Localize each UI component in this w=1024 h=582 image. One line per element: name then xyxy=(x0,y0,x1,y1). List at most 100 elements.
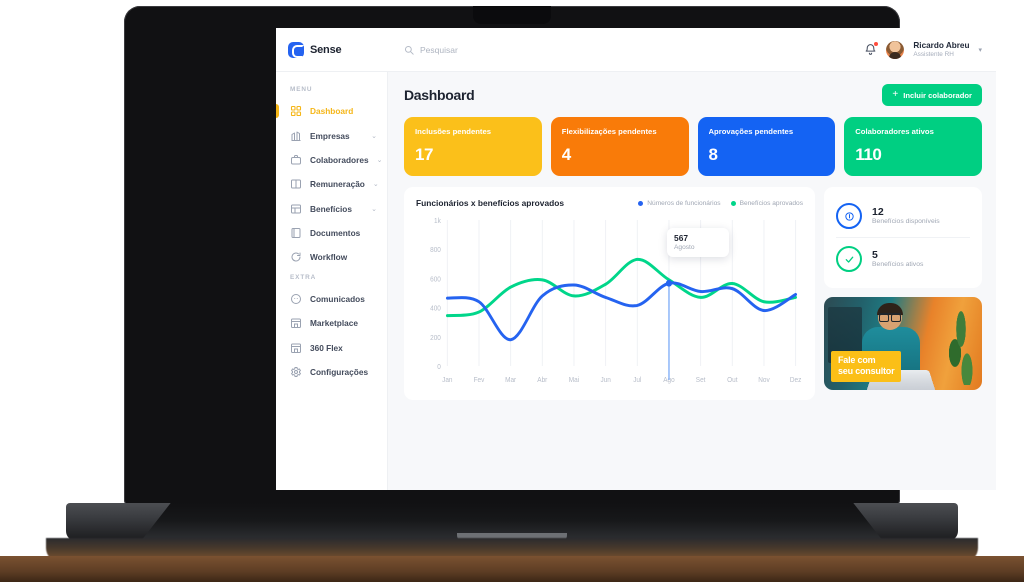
legend-label: Benefícios aprovados xyxy=(739,199,803,207)
flex-icon xyxy=(291,343,301,353)
notification-badge-dot xyxy=(873,41,880,47)
chevron-down-icon[interactable]: ⌄ xyxy=(377,156,383,164)
search-input[interactable]: Pesquisar xyxy=(420,45,458,55)
promo-plant-decoration xyxy=(946,305,976,385)
sidebar-item-label: Benefícios xyxy=(310,203,352,214)
add-collaborator-label: Incluir colaborador xyxy=(903,90,972,100)
sidebar-item-documentos[interactable]: Documentos xyxy=(276,221,387,245)
sidebar-item-beneficios[interactable]: Benefícios ⌄ xyxy=(276,197,387,221)
svg-text:Fev: Fev xyxy=(474,377,485,384)
svg-text:Abr: Abr xyxy=(537,377,548,384)
svg-text:400: 400 xyxy=(430,305,441,312)
stat-card-colaboradores[interactable]: Colaboradores ativos 110 xyxy=(844,117,982,176)
sidebar-item-comunicados[interactable]: Comunicados xyxy=(276,287,387,311)
chart-tooltip: 567 Agosto xyxy=(667,228,730,257)
laptop-screen: Sense Pesquisar Ricardo Abreu Assistente… xyxy=(276,28,996,490)
content-row: Funcionários x benefícios aprovados Núme… xyxy=(404,187,982,400)
sidebar-item-colaboradores[interactable]: Colaboradores ⌄ xyxy=(276,148,387,172)
sidebar-item-360-flex[interactable]: 360 Flex xyxy=(276,335,387,359)
sidebar-section-extra: EXTRA xyxy=(290,273,317,281)
chart-series-funcionarios xyxy=(445,281,798,342)
chart-gridlines xyxy=(446,220,797,366)
benefit-stat-label: Benefícios disponíveis xyxy=(872,218,940,226)
stat-card-label: Flexibilizações pendentes xyxy=(561,127,657,136)
document-icon xyxy=(291,228,301,239)
main-content: Dashboard + Incluir colaborador Inclusõe… xyxy=(388,72,996,490)
benefit-stat-label: Benefícios ativos xyxy=(872,261,924,269)
sidebar-item-marketplace[interactable]: Marketplace xyxy=(276,311,387,335)
sense-logo-icon xyxy=(288,41,304,58)
stat-card-aprovacoes[interactable]: Aprovações pendentes 8 xyxy=(697,117,836,176)
tooltip-label: Agosto xyxy=(674,243,695,251)
info-glyph xyxy=(844,211,854,221)
search-box[interactable]: Pesquisar xyxy=(404,45,458,55)
stat-card-label: Colaboradores ativos xyxy=(855,127,934,136)
sidebar-item-label: Marketplace xyxy=(310,318,358,329)
sidebar-item-configuracoes[interactable]: Configurações xyxy=(276,360,387,384)
chart-title: Funcionários x benefícios aprovados xyxy=(416,198,564,208)
promo-line-1: Fale com xyxy=(838,355,876,366)
stat-card-value: 4 xyxy=(561,145,571,164)
sidebar-item-label: Configurações xyxy=(310,366,369,377)
glasses-icon xyxy=(879,313,901,322)
table-icon xyxy=(291,204,301,214)
add-collaborator-button[interactable]: + Incluir colaborador xyxy=(882,84,982,106)
brand-logo[interactable]: Sense xyxy=(288,41,388,58)
store-icon xyxy=(291,318,301,329)
legend-label: Números de funcionários xyxy=(647,199,721,207)
megaphone-circle-icon xyxy=(291,293,301,304)
divider xyxy=(836,237,970,238)
stat-card-inclusoes[interactable]: Inclusões pendentes 17 xyxy=(404,117,542,176)
svg-text:Set: Set xyxy=(696,377,706,384)
stat-cards-row: Inclusões pendentes 17 Flexibilizações p… xyxy=(404,117,982,176)
laptop-notch xyxy=(473,6,551,24)
legend-item-beneficios[interactable]: Benefícios aprovados xyxy=(730,199,803,207)
sidebar-item-workflow[interactable]: Workflow xyxy=(276,245,387,269)
promo-banner[interactable]: Fale com seu consultor xyxy=(824,297,982,390)
chevron-down-icon[interactable]: ⌄ xyxy=(371,132,377,140)
line-chart-svg: 0 200 400 600 800 1k Jan Fev Mar Abr Mai Jun Jul Ago… xyxy=(430,218,802,384)
sidebar-item-empresas[interactable]: Empresas ⌄ xyxy=(276,123,387,147)
svg-text:600: 600 xyxy=(430,276,441,283)
user-info: Ricardo Abreu Assistente RH xyxy=(913,41,969,58)
benefits-stats-card: 12 Benefícios disponíveis 5 Benefícios a… xyxy=(824,187,982,288)
stat-card-value: 17 xyxy=(415,145,434,164)
chevron-down-icon[interactable]: ⌄ xyxy=(373,180,379,188)
benefit-stat-text: 12 Benefícios disponíveis xyxy=(872,206,940,226)
chart-x-axis-labels: Jan Fev Mar Abr Mai Jun Jul Ago Set Out Nov Dez xyxy=(442,377,802,384)
svg-text:Mar: Mar xyxy=(505,377,517,384)
benefit-stat-disponiveis[interactable]: 12 Benefícios disponíveis xyxy=(836,197,970,235)
side-column: 12 Benefícios disponíveis 5 Benefícios a… xyxy=(824,187,982,390)
search-icon xyxy=(404,45,414,55)
svg-text:200: 200 xyxy=(430,335,441,342)
sidebar-section-menu: MENU xyxy=(290,86,313,93)
svg-text:Dez: Dez xyxy=(790,377,802,384)
sidebar-item-dashboard[interactable]: Dashboard xyxy=(276,99,387,123)
svg-text:Out: Out xyxy=(727,377,738,384)
stat-card-label: Inclusões pendentes xyxy=(415,127,492,136)
sidebar-item-label: 360 Flex xyxy=(310,342,343,353)
tooltip-value: 567 xyxy=(674,233,689,243)
chart-plot-area[interactable]: 0 200 400 600 800 1k Jan Fev Mar Abr Mai Jun Jul Ago… xyxy=(416,214,803,392)
sidebar-item-label: Remuneração xyxy=(310,179,365,190)
benefit-stat-ativos[interactable]: 5 Benefícios ativos xyxy=(836,240,970,278)
grid-dashboard-icon xyxy=(290,106,302,117)
sidebar-item-remuneracao[interactable]: Remuneração ⌄ xyxy=(276,172,387,196)
sidebar-item-label: Workflow xyxy=(310,252,348,263)
stat-card-flexibilizacoes[interactable]: Flexibilizações pendentes 4 xyxy=(550,117,689,176)
svg-text:Mai: Mai xyxy=(569,377,580,384)
sidebar: MENU Dashboard Empresas ⌄ Colaboradores … xyxy=(276,72,388,490)
svg-text:Nov: Nov xyxy=(758,377,770,384)
gear-icon xyxy=(291,366,301,377)
app-window: Sense Pesquisar Ricardo Abreu Assistente… xyxy=(276,28,996,490)
notification-bell-icon[interactable] xyxy=(864,41,880,56)
avatar[interactable] xyxy=(886,40,905,59)
book-icon xyxy=(291,179,301,189)
legend-item-funcionarios[interactable]: Números de funcionários xyxy=(638,199,721,207)
chevron-down-icon[interactable]: ⌄ xyxy=(371,205,377,213)
promo-line-2: seu consultor xyxy=(838,366,895,377)
promo-text-tag: Fale com seu consultor xyxy=(831,351,902,382)
benefit-stat-value: 5 xyxy=(872,248,878,261)
chevron-down-icon[interactable]: ▾ xyxy=(978,46,982,54)
legend-dot-blue xyxy=(638,200,644,206)
